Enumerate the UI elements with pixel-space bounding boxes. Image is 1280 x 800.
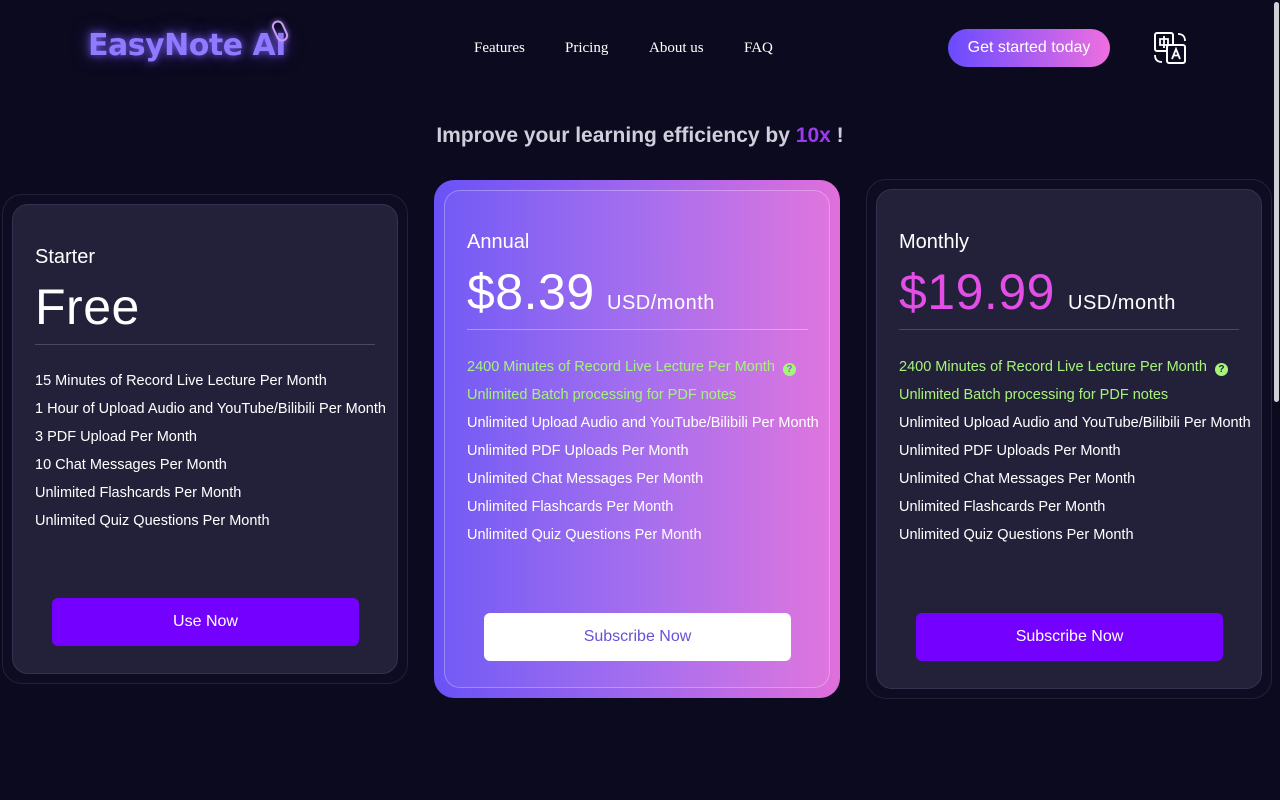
price-unit: USD/month (1068, 292, 1176, 314)
plan-price: Free (35, 279, 140, 335)
translate-icon[interactable] (1152, 30, 1188, 66)
site-header: EasyNote AI Features Pricing About us FA… (0, 0, 1280, 96)
plan-name: Annual (467, 231, 530, 253)
feature-item: 10 Chat Messages Per Month (35, 457, 227, 473)
feature-item: 1 Hour of Upload Audio and YouTube/Bilib… (35, 401, 386, 417)
headline: Improve your learning efficiency by 10x … (0, 124, 1280, 148)
nav-pricing[interactable]: Pricing (565, 40, 608, 57)
feature-item: 3 PDF Upload Per Month (35, 429, 197, 445)
divider (467, 329, 808, 330)
monthly-subscribe-button[interactable]: Subscribe Now (916, 613, 1223, 661)
feature-text: 2400 Minutes of Record Live Lecture Per … (467, 359, 775, 375)
nav-faq[interactable]: FAQ (744, 40, 773, 57)
divider (35, 344, 375, 345)
divider (899, 329, 1239, 330)
feature-item: Unlimited Chat Messages Per Month (899, 471, 1136, 487)
plan-name: Monthly (899, 231, 970, 253)
feature-item: Unlimited Quiz Questions Per Month (899, 527, 1134, 543)
annual-subscribe-button[interactable]: Subscribe Now (484, 613, 791, 661)
feature-item: Unlimited Upload Audio and YouTube/Bilib… (899, 415, 1251, 431)
plan-price: $8.39 (467, 264, 595, 320)
feature-item: 2400 Minutes of Record Live Lecture Per … (467, 353, 819, 381)
plan-price: $19.99 (899, 264, 1055, 320)
help-icon[interactable]: ? (1214, 363, 1228, 376)
feature-item: Unlimited Flashcards Per Month (35, 485, 242, 501)
feature-item: Unlimited Chat Messages Per Month (467, 471, 704, 487)
feature-item: Unlimited Flashcards Per Month (467, 499, 674, 515)
pricing-page: EasyNote AI Features Pricing About us FA… (0, 0, 1280, 800)
feature-item: Unlimited PDF Uploads Per Month (467, 443, 689, 459)
feature-item: Unlimited PDF Uploads Per Month (899, 443, 1121, 459)
help-icon[interactable]: ? (782, 363, 796, 376)
headline-suffix: ! (830, 124, 844, 147)
feature-item: Unlimited Flashcards Per Month (899, 499, 1106, 515)
monthly-feature-list: 2400 Minutes of Record Live Lecture Per … (899, 353, 1251, 549)
price-unit: USD/month (607, 292, 715, 314)
starter-feature-list: 15 Minutes of Record Live Lecture Per Mo… (35, 367, 386, 535)
nav-features[interactable]: Features (474, 40, 525, 57)
nav-about-us[interactable]: About us (649, 40, 704, 57)
get-started-button[interactable]: Get started today (948, 29, 1110, 67)
feature-item: 2400 Minutes of Record Live Lecture Per … (899, 353, 1251, 381)
scrollbar-thumb[interactable] (1274, 2, 1279, 402)
logo[interactable]: EasyNote AI (88, 28, 286, 63)
feature-item: Unlimited Quiz Questions Per Month (35, 513, 270, 529)
plan-name: Starter (35, 246, 96, 268)
use-now-button[interactable]: Use Now (52, 598, 359, 646)
annual-feature-list: 2400 Minutes of Record Live Lecture Per … (467, 353, 819, 549)
feature-item: Unlimited Upload Audio and YouTube/Bilib… (467, 415, 819, 431)
headline-accent: 10x (795, 124, 831, 147)
feature-item: Unlimited Quiz Questions Per Month (467, 527, 702, 543)
headline-prefix: Improve your learning efficiency by (436, 124, 796, 147)
feature-item: 15 Minutes of Record Live Lecture Per Mo… (35, 373, 327, 389)
feature-item: Unlimited Batch processing for PDF notes (467, 387, 737, 403)
feature-text: 2400 Minutes of Record Live Lecture Per … (899, 359, 1207, 375)
feature-item: Unlimited Batch processing for PDF notes (899, 387, 1169, 403)
